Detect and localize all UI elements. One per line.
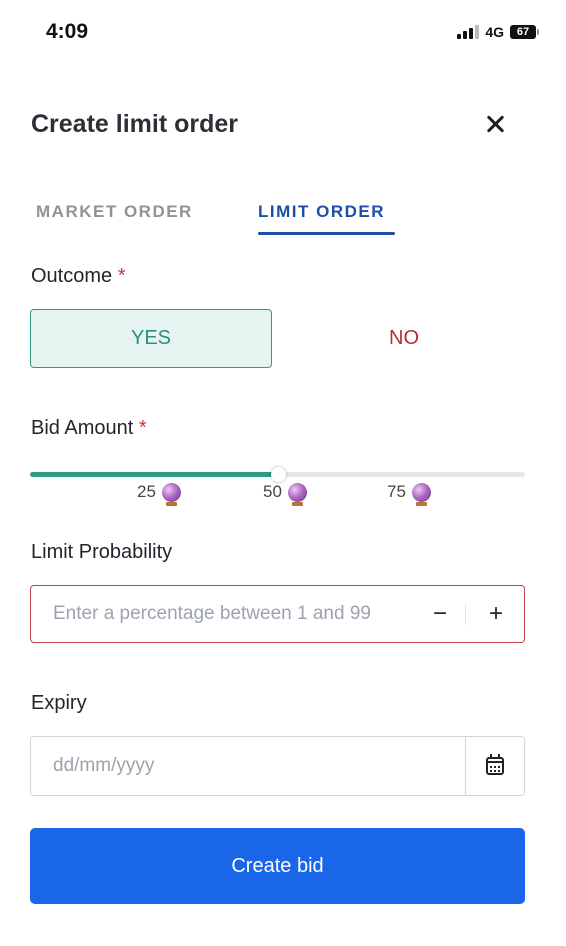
outcome-yes-button[interactable]: YES	[30, 309, 272, 368]
calendar-button[interactable]	[465, 737, 524, 795]
outcome-label: Outcome *	[31, 265, 126, 288]
network-type: 4G	[485, 24, 504, 40]
calendar-icon	[486, 754, 504, 775]
status-bar: 4:09 4G 67	[0, 0, 566, 64]
slider-fill	[30, 472, 278, 477]
crystal-ball-icon	[411, 482, 431, 506]
status-indicators: 4G 67	[457, 24, 539, 40]
tab-market-order[interactable]: MARKET ORDER	[36, 202, 193, 222]
limit-probability-label: Limit Probability	[31, 541, 173, 563]
slider-thumb[interactable]	[270, 467, 286, 482]
page-title: Create limit order	[31, 110, 239, 138]
stepper-divider	[465, 603, 466, 625]
expiry-field	[30, 736, 525, 796]
tab-limit-order[interactable]: LIMIT ORDER	[258, 202, 385, 222]
limit-probability-field: − +	[30, 585, 525, 643]
tick-label: 50	[263, 482, 282, 501]
bid-amount-label: Bid Amount *	[31, 417, 147, 440]
decrement-button[interactable]: −	[415, 586, 465, 641]
expiry-date-input[interactable]	[53, 737, 453, 795]
crystal-ball-icon	[161, 482, 181, 506]
crystal-ball-icon	[287, 482, 307, 506]
limit-probability-input[interactable]	[53, 586, 413, 641]
active-tab-indicator	[258, 232, 395, 235]
create-bid-button[interactable]: Create bid	[30, 828, 525, 904]
tick-label: 75	[387, 482, 406, 501]
bid-amount-label-text: Bid Amount	[31, 417, 134, 439]
status-time: 4:09	[46, 20, 89, 43]
expiry-label: Expiry	[31, 692, 87, 714]
slider-tick-75: 75	[387, 482, 431, 506]
battery-icon: 67	[510, 25, 539, 39]
increment-button[interactable]: +	[471, 586, 521, 641]
required-mark: *	[138, 417, 147, 439]
close-icon[interactable]	[482, 111, 510, 139]
bid-amount-slider[interactable]	[30, 467, 525, 482]
outcome-label-text: Outcome	[31, 265, 113, 287]
tick-label: 25	[137, 482, 156, 501]
signal-icon	[457, 25, 480, 39]
slider-tick-25: 25	[137, 482, 181, 506]
required-mark: *	[117, 265, 126, 287]
slider-tick-50: 50	[263, 482, 307, 506]
outcome-no-button[interactable]: NO	[283, 309, 525, 368]
